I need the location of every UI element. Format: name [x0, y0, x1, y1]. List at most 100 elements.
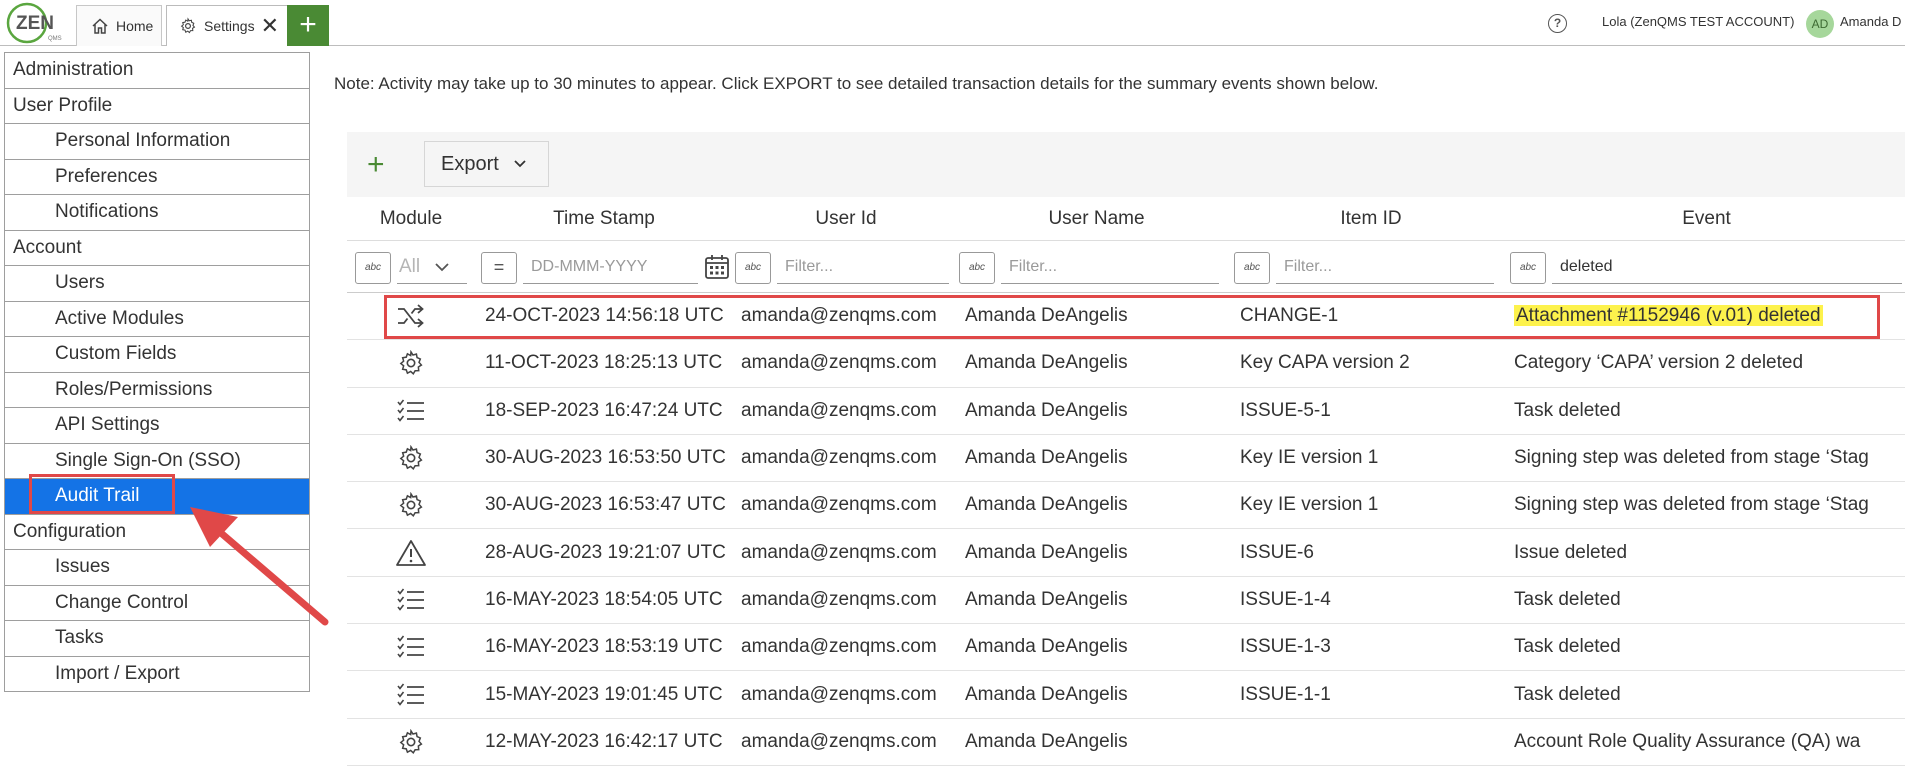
calendar-icon[interactable] — [704, 254, 730, 280]
sidebar-item-users[interactable]: Users — [5, 266, 309, 302]
task-list-icon — [347, 398, 475, 424]
sidebar-item-custom-fields[interactable]: Custom Fields — [5, 337, 309, 373]
item-id-cell: ISSUE-1-1 — [1240, 683, 1331, 705]
table-row[interactable]: 15-MAY-2023 19:01:45 UTC amanda@zenqms.co… — [347, 671, 1905, 719]
table-row[interactable]: 18-SEP-2023 16:47:24 UTC amanda@zenqms.co… — [347, 388, 1905, 435]
user-name-cell: Amanda DeAngelis — [965, 399, 1128, 421]
account-name[interactable]: Lola (ZenQMS TEST ACCOUNT) — [1602, 14, 1794, 29]
timestamp-cell: 16-MAY-2023 18:53:19 UTC — [485, 636, 723, 658]
item-id-filter-input[interactable] — [1276, 251, 1494, 284]
timestamp-cell: 30-AUG-2023 16:53:47 UTC — [485, 494, 726, 516]
tab-settings-label: Settings — [204, 18, 255, 34]
add-button[interactable]: + — [367, 150, 385, 180]
user-name-filter-input[interactable] — [1001, 251, 1219, 284]
user-id-cell: amanda@zenqms.com — [741, 588, 937, 610]
sidebar-item-import-export[interactable]: Import / Export — [5, 657, 309, 692]
user-name-filter: abc — [959, 241, 1234, 293]
sidebar-item-active-modules[interactable]: Active Modules — [5, 302, 309, 337]
table-row[interactable]: 30-AUG-2023 16:53:47 UTC amanda@zenqms.co… — [347, 482, 1905, 530]
user-id-cell: amanda@zenqms.com — [741, 683, 937, 705]
task-list-icon — [347, 587, 475, 613]
sidebar-item-notifications[interactable]: Notifications — [5, 195, 309, 231]
timestamp-cell: 12-MAY-2023 16:42:17 UTC — [485, 730, 723, 752]
export-dropdown[interactable]: Export — [424, 141, 549, 187]
task-list-icon — [347, 682, 475, 708]
timestamp-filter: = — [475, 241, 733, 293]
home-icon — [92, 18, 108, 34]
user-name-cell: Amanda DeAngelis — [965, 447, 1128, 469]
column-header-timestamp[interactable]: Time Stamp — [475, 197, 733, 240]
event-filter-input[interactable] — [1552, 251, 1902, 284]
user-id-cell: amanda@zenqms.com — [741, 541, 937, 563]
text-filter-icon[interactable]: abc — [355, 251, 391, 284]
text-filter-icon[interactable]: abc — [735, 251, 771, 284]
export-label: Export — [441, 152, 499, 175]
text-filter-icon[interactable]: abc — [1234, 251, 1270, 284]
gear-icon — [347, 445, 475, 471]
event-cell: Task deleted — [1514, 636, 1621, 658]
timestamp-cell: 30-AUG-2023 16:53:50 UTC — [485, 447, 726, 469]
user-name[interactable]: Amanda D — [1840, 14, 1901, 29]
column-header-user-id[interactable]: User Id — [733, 197, 959, 240]
timestamp-cell: 11-OCT-2023 18:25:13 UTC — [485, 352, 723, 374]
add-tab-button[interactable]: + — [287, 5, 329, 46]
table-row[interactable]: 12-MAY-2023 16:42:17 UTC amanda@zenqms.co… — [347, 719, 1905, 766]
activity-note: Note: Activity may take up to 30 minutes… — [334, 74, 1379, 93]
user-id-cell: amanda@zenqms.com — [741, 399, 937, 421]
table-row[interactable]: 16-MAY-2023 18:53:19 UTC amanda@zenqms.co… — [347, 624, 1905, 672]
task-list-icon — [347, 634, 475, 660]
table-row[interactable]: 30-AUG-2023 16:53:50 UTC amanda@zenqms.co… — [347, 435, 1905, 483]
user-id-filter-input[interactable] — [777, 251, 949, 284]
sidebar-item-preferences[interactable]: Preferences — [5, 160, 309, 195]
help-icon[interactable]: ? — [1548, 14, 1567, 33]
text-filter-icon[interactable]: abc — [959, 251, 995, 284]
tab-home-label: Home — [116, 18, 154, 34]
table-row[interactable]: 11-OCT-2023 18:25:13 UTC amanda@zenqms.co… — [347, 340, 1905, 388]
event-filter: abc — [1508, 241, 1905, 293]
user-id-filter: abc — [733, 241, 959, 293]
sidebar-item-api-settings[interactable]: API Settings — [5, 408, 309, 444]
gear-icon — [347, 728, 475, 755]
sidebar-section-administration: Administration — [5, 53, 309, 89]
equals-filter-icon[interactable]: = — [481, 251, 517, 284]
module-filter-select[interactable]: All — [397, 252, 467, 284]
chevron-down-icon — [514, 160, 526, 168]
close-tab-icon[interactable]: ✕ — [261, 15, 279, 37]
table-row[interactable]: 28-AUG-2023 19:21:07 UTC amanda@zenqms.co… — [347, 529, 1905, 577]
annotation-arrow-icon — [190, 507, 329, 626]
item-id-cell: ISSUE-5-1 — [1240, 399, 1331, 421]
grid-body: 24-OCT-2023 14:56:18 UTC amanda@zenqms.co… — [347, 293, 1905, 766]
avatar[interactable]: AD — [1806, 10, 1834, 38]
event-cell: Account Role Quality Assurance (QA) wa — [1514, 730, 1861, 752]
item-id-cell: Key IE version 1 — [1240, 494, 1379, 516]
column-header-user-name[interactable]: User Name — [959, 197, 1234, 240]
chevron-down-icon — [435, 263, 449, 272]
user-name-cell: Amanda DeAngelis — [965, 494, 1128, 516]
timestamp-cell: 18-SEP-2023 16:47:24 UTC — [485, 399, 723, 421]
gear-icon — [347, 350, 475, 376]
column-header-event[interactable]: Event — [1508, 197, 1905, 240]
warning-icon — [347, 539, 475, 567]
annotation-highlight-box — [384, 295, 1880, 339]
timestamp-cell: 16-MAY-2023 18:54:05 UTC — [485, 588, 723, 610]
table-row[interactable]: 16-MAY-2023 18:54:05 UTC amanda@zenqms.co… — [347, 577, 1905, 625]
zenqms-logo[interactable]: ZEN QMS — [4, 2, 68, 44]
filter-row: abc All = abc — [347, 241, 1905, 293]
column-header-item-id[interactable]: Item ID — [1234, 197, 1508, 240]
audit-trail-grid: Module Time Stamp User Id User Name Item… — [347, 197, 1905, 766]
sidebar-item-roles-permissions[interactable]: Roles/Permissions — [5, 373, 309, 408]
text-filter-icon[interactable]: abc — [1510, 251, 1546, 284]
user-name-cell: Amanda DeAngelis — [965, 683, 1128, 705]
timestamp-filter-input[interactable] — [523, 251, 698, 284]
user-id-cell: amanda@zenqms.com — [741, 730, 937, 752]
event-cell: Category ‘CAPA’ version 2 deleted — [1514, 352, 1804, 374]
event-cell: Signing step was deleted from stage ‘Sta… — [1514, 494, 1869, 516]
column-header-module[interactable]: Module — [347, 197, 475, 240]
item-id-cell: ISSUE-6 — [1240, 541, 1314, 563]
sidebar-item-personal-information[interactable]: Personal Information — [5, 124, 309, 160]
tab-settings[interactable]: Settings ✕ — [166, 5, 288, 46]
user-id-cell: amanda@zenqms.com — [741, 352, 937, 374]
tab-home[interactable]: Home — [76, 5, 162, 46]
item-id-cell: Key IE version 1 — [1240, 447, 1379, 469]
user-id-cell: amanda@zenqms.com — [741, 636, 937, 658]
